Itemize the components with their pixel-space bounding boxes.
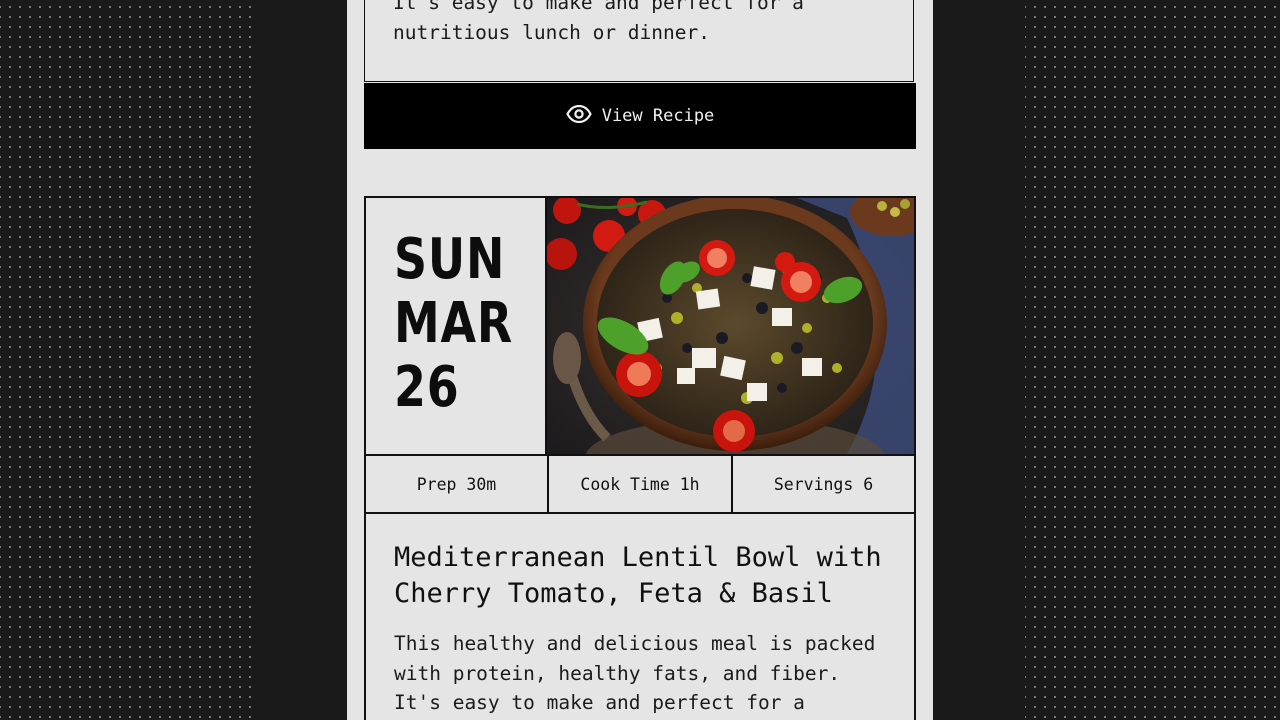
- cook-time-stat: Cook Time 1h: [547, 456, 731, 512]
- date-number: 26: [394, 355, 460, 420]
- recipe-stats-row: Prep 30m Cook Time 1h Servings 6: [366, 454, 914, 514]
- recipe-description: This healthy and delicious meal is packe…: [394, 632, 876, 714]
- view-recipe-button[interactable]: View Recipe: [364, 83, 916, 149]
- date-month: MAR: [394, 291, 514, 356]
- lentil-bowl-photo: [547, 198, 914, 454]
- view-recipe-label: View Recipe: [601, 106, 715, 126]
- date-day: SUN: [394, 227, 506, 292]
- dotted-background-left: [0, 0, 255, 720]
- previous-recipe-card: It's easy to make and perfect for a nutr…: [364, 0, 914, 82]
- servings-stat: Servings 6: [731, 456, 914, 512]
- recipe-card: SUN MAR 26 Prep 30m Cook Time 1h Serving…: [364, 196, 916, 720]
- date-block: SUN MAR 26: [366, 198, 547, 454]
- dotted-background-right: [1025, 0, 1280, 720]
- eye-icon: [565, 104, 592, 128]
- recipe-feed-panel[interactable]: It's easy to make and perfect for a nutr…: [347, 0, 933, 720]
- recipe-title[interactable]: Mediterranean Lentil Bowl with Cherry To…: [394, 540, 894, 612]
- prep-time-stat: Prep 30m: [416, 474, 497, 494]
- previous-recipe-description: It's easy to make and perfect for a nutr…: [393, 0, 804, 44]
